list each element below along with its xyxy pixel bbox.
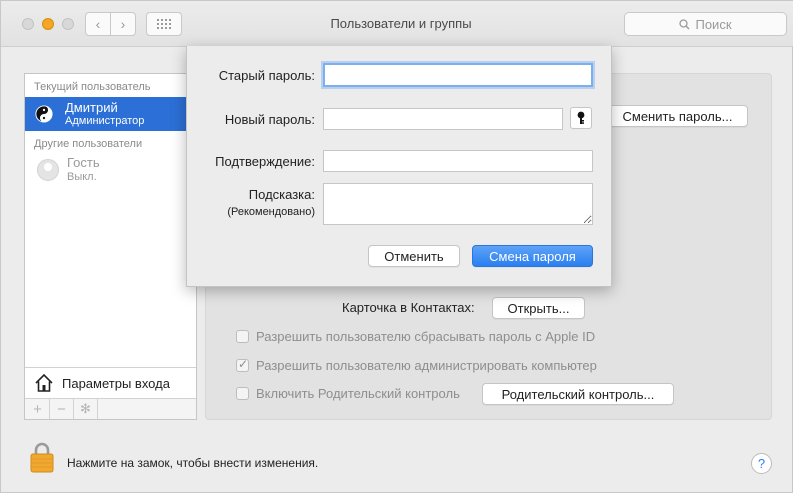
add-user-button[interactable]: +	[26, 399, 50, 419]
show-all-button[interactable]	[146, 12, 182, 36]
login-options-label: Параметры входа	[62, 376, 170, 391]
change-password-submit-button[interactable]: Смена пароля	[472, 245, 593, 267]
parental-controls-label: Включить Родительский контроль	[256, 385, 460, 401]
allow-reset-apple-id-label: Разрешить пользователю сбрасывать пароль…	[256, 328, 596, 344]
current-user-header: Текущий пользователь	[34, 81, 151, 93]
minimize-window-button[interactable]	[42, 18, 54, 30]
grid-icon	[157, 19, 171, 29]
guest-user-status: Выкл.	[67, 171, 97, 183]
lock-icon[interactable]	[30, 441, 54, 473]
confirm-password-label: Подтверждение:	[215, 154, 315, 169]
parental-controls-checkbox[interactable]	[236, 386, 249, 400]
forward-button[interactable]: ›	[110, 12, 136, 36]
login-options-item[interactable]: Параметры входа	[25, 367, 196, 398]
guest-user-name: Гость	[67, 155, 100, 170]
lock-hint-text: Нажмите на замок, чтобы внести изменения…	[67, 456, 319, 470]
user-list-item-guest[interactable]: Гость Выкл.	[25, 154, 196, 186]
confirm-password-field[interactable]	[323, 150, 593, 172]
password-assistant-button[interactable]	[570, 107, 592, 129]
password-hint-field[interactable]	[323, 183, 593, 225]
allow-admin-option[interactable]: Разрешить пользователю администрировать …	[236, 357, 597, 373]
open-contacts-card-button[interactable]: Открыть...	[492, 297, 585, 319]
change-password-sheet: Старый пароль: Новый пароль: Подтвержден…	[186, 46, 612, 287]
search-placeholder: Поиск	[695, 16, 732, 32]
new-password-label: Новый пароль:	[224, 112, 315, 127]
key-icon	[577, 111, 585, 124]
close-window-button[interactable]	[22, 18, 34, 30]
contacts-card-label: Карточка в Контактах:	[342, 300, 475, 315]
allow-reset-apple-id-option[interactable]: Разрешить пользователю сбрасывать пароль…	[236, 328, 595, 344]
title-bar: ‹ › Пользователи и группы Поиск	[1, 1, 793, 47]
allow-admin-label: Разрешить пользователю администрировать …	[256, 357, 597, 373]
action-menu-button[interactable]: ✻	[74, 399, 98, 419]
sidebar-toolbar: + − ✻	[25, 398, 196, 419]
allow-reset-apple-id-checkbox[interactable]	[236, 329, 249, 343]
help-icon: ?	[757, 456, 766, 471]
current-user-role: Администратор	[65, 115, 145, 127]
password-hint-recommended-label: (Рекомендовано)	[227, 206, 315, 218]
zoom-window-button[interactable]	[62, 18, 74, 30]
old-password-field[interactable]	[323, 63, 593, 87]
guest-avatar-icon	[37, 159, 59, 181]
old-password-label: Старый пароль:	[218, 68, 315, 83]
change-password-button[interactable]: Сменить пароль...	[607, 105, 748, 127]
cancel-button[interactable]: Отменить	[368, 245, 460, 267]
new-password-field[interactable]	[323, 108, 563, 130]
parental-controls-option[interactable]: Включить Родительский контроль	[236, 385, 460, 401]
yin-yang-avatar-icon	[35, 105, 53, 123]
help-button[interactable]: ?	[751, 453, 772, 474]
gear-icon: ✻	[80, 401, 91, 416]
minus-icon: −	[57, 400, 66, 418]
search-icon	[679, 18, 690, 29]
house-icon	[35, 373, 53, 392]
plus-icon: +	[33, 400, 42, 418]
search-field[interactable]: Поиск	[624, 12, 787, 36]
window-title: Пользователи и группы	[330, 16, 472, 31]
remove-user-button[interactable]: −	[50, 399, 74, 419]
allow-admin-checkbox[interactable]	[236, 357, 249, 372]
other-users-header: Другие пользователи	[34, 138, 143, 150]
user-list-item-current[interactable]: Дмитрий Администратор	[25, 97, 196, 131]
users-groups-window: ‹ › Пользователи и группы Поиск Текущий …	[0, 0, 793, 493]
back-button[interactable]: ‹	[85, 12, 111, 36]
parental-controls-button[interactable]: Родительский контроль...	[482, 383, 674, 405]
users-sidebar: Текущий пользователь Дмитрий Администрат…	[24, 73, 197, 420]
chevron-left-icon: ‹	[95, 16, 101, 32]
password-hint-label: Подсказка:	[248, 187, 315, 202]
current-user-name: Дмитрий	[65, 100, 118, 115]
chevron-right-icon: ›	[120, 16, 126, 32]
